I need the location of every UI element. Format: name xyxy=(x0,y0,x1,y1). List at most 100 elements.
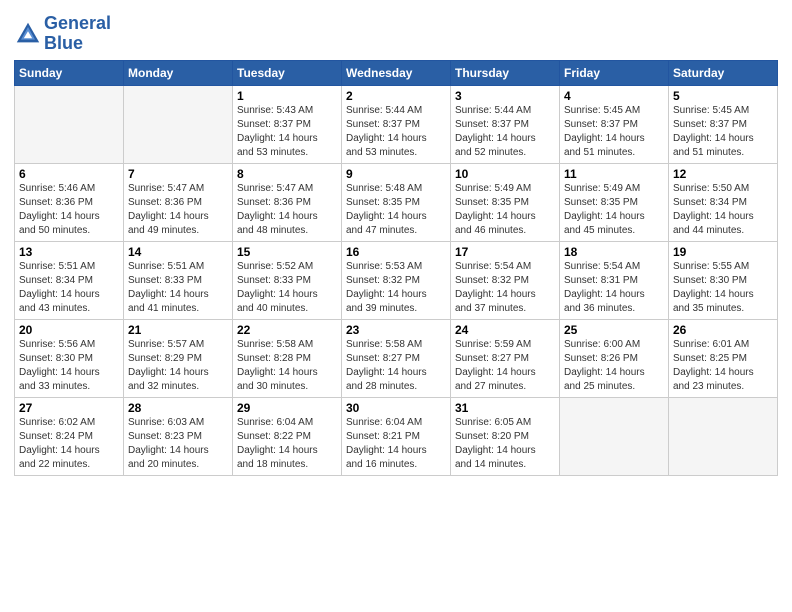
day-detail: Sunrise: 6:01 AMSunset: 8:25 PMDaylight:… xyxy=(673,338,773,394)
day-detail: Sunrise: 5:57 AMSunset: 8:29 PMDaylight:… xyxy=(128,338,228,394)
weekday-header-wednesday: Wednesday xyxy=(342,60,451,85)
day-detail: Sunrise: 5:51 AMSunset: 8:34 PMDaylight:… xyxy=(19,260,119,316)
calendar-cell: 5Sunrise: 5:45 AMSunset: 8:37 PMDaylight… xyxy=(669,85,778,163)
day-number: 3 xyxy=(455,89,555,103)
weekday-header-monday: Monday xyxy=(124,60,233,85)
day-number: 31 xyxy=(455,401,555,415)
day-number: 22 xyxy=(237,323,337,337)
day-number: 5 xyxy=(673,89,773,103)
calendar: SundayMondayTuesdayWednesdayThursdayFrid… xyxy=(14,60,778,476)
calendar-cell: 4Sunrise: 5:45 AMSunset: 8:37 PMDaylight… xyxy=(560,85,669,163)
day-detail: Sunrise: 5:47 AMSunset: 8:36 PMDaylight:… xyxy=(237,182,337,238)
day-detail: Sunrise: 5:58 AMSunset: 8:28 PMDaylight:… xyxy=(237,338,337,394)
calendar-cell: 20Sunrise: 5:56 AMSunset: 8:30 PMDayligh… xyxy=(15,319,124,397)
logo-icon xyxy=(14,20,42,48)
day-detail: Sunrise: 6:04 AMSunset: 8:22 PMDaylight:… xyxy=(237,416,337,472)
day-detail: Sunrise: 5:47 AMSunset: 8:36 PMDaylight:… xyxy=(128,182,228,238)
day-detail: Sunrise: 5:52 AMSunset: 8:33 PMDaylight:… xyxy=(237,260,337,316)
calendar-cell xyxy=(560,397,669,475)
calendar-cell: 2Sunrise: 5:44 AMSunset: 8:37 PMDaylight… xyxy=(342,85,451,163)
day-detail: Sunrise: 5:50 AMSunset: 8:34 PMDaylight:… xyxy=(673,182,773,238)
day-detail: Sunrise: 5:56 AMSunset: 8:30 PMDaylight:… xyxy=(19,338,119,394)
calendar-cell: 12Sunrise: 5:50 AMSunset: 8:34 PMDayligh… xyxy=(669,163,778,241)
weekday-header-friday: Friday xyxy=(560,60,669,85)
day-detail: Sunrise: 5:58 AMSunset: 8:27 PMDaylight:… xyxy=(346,338,446,394)
calendar-cell xyxy=(15,85,124,163)
day-number: 25 xyxy=(564,323,664,337)
calendar-header-row: SundayMondayTuesdayWednesdayThursdayFrid… xyxy=(15,60,778,85)
day-number: 19 xyxy=(673,245,773,259)
calendar-cell: 17Sunrise: 5:54 AMSunset: 8:32 PMDayligh… xyxy=(451,241,560,319)
calendar-cell xyxy=(669,397,778,475)
calendar-cell: 3Sunrise: 5:44 AMSunset: 8:37 PMDaylight… xyxy=(451,85,560,163)
day-number: 2 xyxy=(346,89,446,103)
day-detail: Sunrise: 5:48 AMSunset: 8:35 PMDaylight:… xyxy=(346,182,446,238)
day-detail: Sunrise: 5:53 AMSunset: 8:32 PMDaylight:… xyxy=(346,260,446,316)
calendar-week-row: 1Sunrise: 5:43 AMSunset: 8:37 PMDaylight… xyxy=(15,85,778,163)
day-number: 14 xyxy=(128,245,228,259)
day-detail: Sunrise: 5:43 AMSunset: 8:37 PMDaylight:… xyxy=(237,104,337,160)
weekday-header-sunday: Sunday xyxy=(15,60,124,85)
calendar-cell: 13Sunrise: 5:51 AMSunset: 8:34 PMDayligh… xyxy=(15,241,124,319)
day-number: 18 xyxy=(564,245,664,259)
day-detail: Sunrise: 6:03 AMSunset: 8:23 PMDaylight:… xyxy=(128,416,228,472)
calendar-cell: 9Sunrise: 5:48 AMSunset: 8:35 PMDaylight… xyxy=(342,163,451,241)
day-number: 4 xyxy=(564,89,664,103)
day-number: 28 xyxy=(128,401,228,415)
day-detail: Sunrise: 5:51 AMSunset: 8:33 PMDaylight:… xyxy=(128,260,228,316)
weekday-header-thursday: Thursday xyxy=(451,60,560,85)
day-detail: Sunrise: 5:44 AMSunset: 8:37 PMDaylight:… xyxy=(346,104,446,160)
day-detail: Sunrise: 5:49 AMSunset: 8:35 PMDaylight:… xyxy=(455,182,555,238)
day-number: 13 xyxy=(19,245,119,259)
day-number: 11 xyxy=(564,167,664,181)
calendar-cell: 10Sunrise: 5:49 AMSunset: 8:35 PMDayligh… xyxy=(451,163,560,241)
day-detail: Sunrise: 6:04 AMSunset: 8:21 PMDaylight:… xyxy=(346,416,446,472)
logo-text-line2: Blue xyxy=(44,34,111,54)
calendar-cell: 14Sunrise: 5:51 AMSunset: 8:33 PMDayligh… xyxy=(124,241,233,319)
day-number: 26 xyxy=(673,323,773,337)
calendar-cell: 22Sunrise: 5:58 AMSunset: 8:28 PMDayligh… xyxy=(233,319,342,397)
calendar-cell: 23Sunrise: 5:58 AMSunset: 8:27 PMDayligh… xyxy=(342,319,451,397)
calendar-cell: 7Sunrise: 5:47 AMSunset: 8:36 PMDaylight… xyxy=(124,163,233,241)
calendar-cell: 18Sunrise: 5:54 AMSunset: 8:31 PMDayligh… xyxy=(560,241,669,319)
weekday-header-tuesday: Tuesday xyxy=(233,60,342,85)
weekday-header-saturday: Saturday xyxy=(669,60,778,85)
day-detail: Sunrise: 5:54 AMSunset: 8:32 PMDaylight:… xyxy=(455,260,555,316)
day-number: 29 xyxy=(237,401,337,415)
day-detail: Sunrise: 5:49 AMSunset: 8:35 PMDaylight:… xyxy=(564,182,664,238)
calendar-cell: 19Sunrise: 5:55 AMSunset: 8:30 PMDayligh… xyxy=(669,241,778,319)
day-number: 20 xyxy=(19,323,119,337)
calendar-week-row: 27Sunrise: 6:02 AMSunset: 8:24 PMDayligh… xyxy=(15,397,778,475)
calendar-cell: 30Sunrise: 6:04 AMSunset: 8:21 PMDayligh… xyxy=(342,397,451,475)
calendar-cell: 6Sunrise: 5:46 AMSunset: 8:36 PMDaylight… xyxy=(15,163,124,241)
calendar-cell: 8Sunrise: 5:47 AMSunset: 8:36 PMDaylight… xyxy=(233,163,342,241)
calendar-cell: 21Sunrise: 5:57 AMSunset: 8:29 PMDayligh… xyxy=(124,319,233,397)
page: General Blue SundayMondayTuesdayWednesda… xyxy=(0,0,792,612)
day-number: 21 xyxy=(128,323,228,337)
calendar-cell: 16Sunrise: 5:53 AMSunset: 8:32 PMDayligh… xyxy=(342,241,451,319)
day-number: 12 xyxy=(673,167,773,181)
calendar-cell: 28Sunrise: 6:03 AMSunset: 8:23 PMDayligh… xyxy=(124,397,233,475)
day-number: 30 xyxy=(346,401,446,415)
day-number: 24 xyxy=(455,323,555,337)
calendar-cell: 29Sunrise: 6:04 AMSunset: 8:22 PMDayligh… xyxy=(233,397,342,475)
calendar-week-row: 13Sunrise: 5:51 AMSunset: 8:34 PMDayligh… xyxy=(15,241,778,319)
day-number: 1 xyxy=(237,89,337,103)
calendar-cell: 11Sunrise: 5:49 AMSunset: 8:35 PMDayligh… xyxy=(560,163,669,241)
day-number: 8 xyxy=(237,167,337,181)
calendar-cell: 31Sunrise: 6:05 AMSunset: 8:20 PMDayligh… xyxy=(451,397,560,475)
day-detail: Sunrise: 5:54 AMSunset: 8:31 PMDaylight:… xyxy=(564,260,664,316)
calendar-cell: 15Sunrise: 5:52 AMSunset: 8:33 PMDayligh… xyxy=(233,241,342,319)
calendar-cell: 26Sunrise: 6:01 AMSunset: 8:25 PMDayligh… xyxy=(669,319,778,397)
header: General Blue xyxy=(14,10,778,54)
day-detail: Sunrise: 6:02 AMSunset: 8:24 PMDaylight:… xyxy=(19,416,119,472)
day-detail: Sunrise: 5:44 AMSunset: 8:37 PMDaylight:… xyxy=(455,104,555,160)
day-detail: Sunrise: 6:05 AMSunset: 8:20 PMDaylight:… xyxy=(455,416,555,472)
logo-text-line1: General xyxy=(44,14,111,34)
day-number: 23 xyxy=(346,323,446,337)
day-number: 27 xyxy=(19,401,119,415)
calendar-cell: 25Sunrise: 6:00 AMSunset: 8:26 PMDayligh… xyxy=(560,319,669,397)
day-number: 17 xyxy=(455,245,555,259)
day-number: 10 xyxy=(455,167,555,181)
calendar-cell: 1Sunrise: 5:43 AMSunset: 8:37 PMDaylight… xyxy=(233,85,342,163)
